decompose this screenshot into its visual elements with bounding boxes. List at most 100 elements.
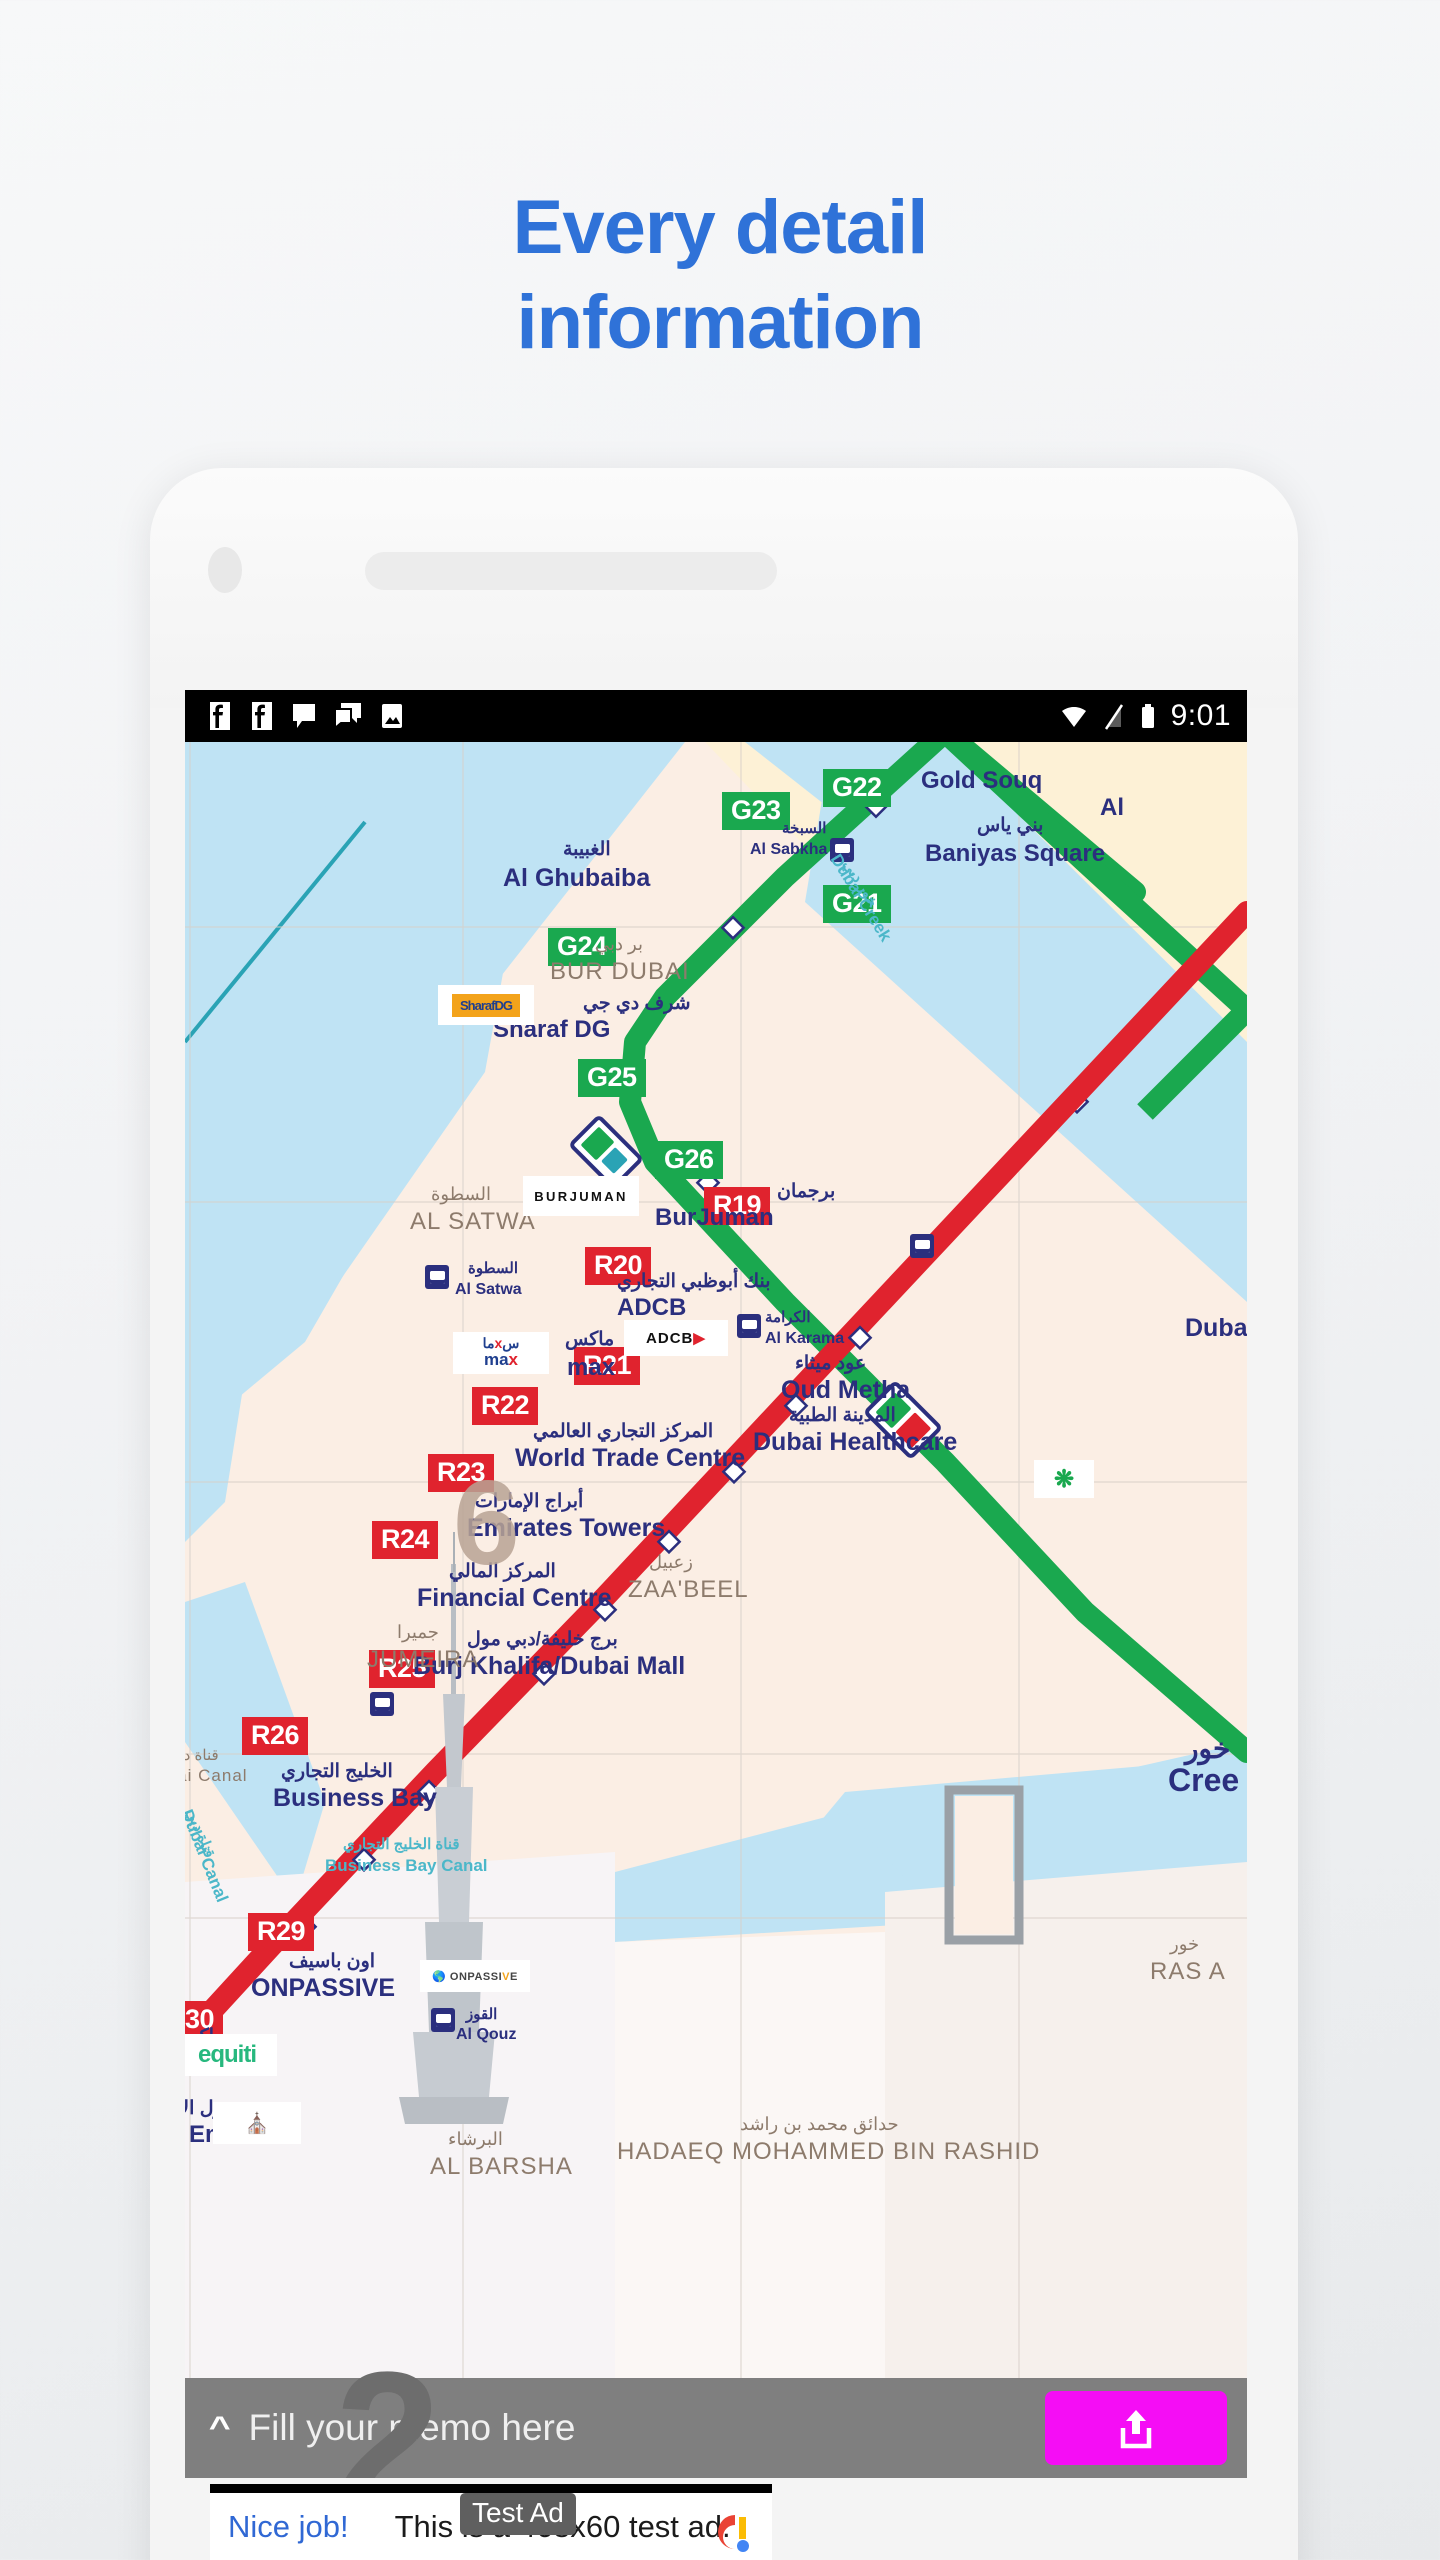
station-label-sharafdg-ar: شرف دي جي <box>583 993 691 1014</box>
district-label-barsha-ar: البرشاء <box>448 2129 503 2149</box>
station-label-gold-souq: Gold Souq <box>921 767 1043 794</box>
ad-badge: Test Ad <box>460 2493 576 2535</box>
status-bar-system: 9:01 <box>1059 699 1231 733</box>
station-label-ghubaiba-en: Al Ghubaiba <box>503 864 651 892</box>
brand-chip-mall-of-emirates: ⛪ <box>213 2102 301 2144</box>
water-label-canal1-ar: قناة دبي <box>185 1747 219 1764</box>
district-label-satwa-ar: السطوة <box>431 1184 492 1204</box>
chat-bubbles-icon <box>334 703 361 730</box>
station-label-onpassive-en: ONPASSIVE <box>251 1974 396 2002</box>
memo-bar[interactable]: 2 ^ Fill your memo here <box>185 2344 1247 2534</box>
station-label-wtc-en: World Trade Centre <box>515 1444 746 1472</box>
place-label-max-ar: ماكس <box>565 1329 615 1350</box>
place-label-healthcare-ar: المدينة الطبية <box>789 1405 896 1426</box>
district-label-bur-dubai-ar: بر دبي <box>595 934 643 954</box>
brand-chip-equiti: equiti <box>185 2034 277 2076</box>
station-label-baniyas-ar: بني ياس <box>977 815 1044 836</box>
station-label-adcb-en: ADCB <box>617 1294 687 1321</box>
wifi-icon <box>1061 707 1086 727</box>
status-bar-clock: 9:01 <box>1170 699 1231 732</box>
district-label-hadaeq-ar: حدائق محمد بن راشد <box>740 2114 899 2134</box>
metro-lines <box>185 742 1247 2124</box>
metro-map[interactable]: G22 G23 G21 G24 G25 G26 R19 R20 R21 R22 … <box>185 742 1247 2378</box>
memo-input[interactable]: Fill your memo here <box>249 2407 1045 2449</box>
station-label-baniyas-en: Baniyas Square <box>925 840 1106 867</box>
place-label-max-en: max <box>567 1354 616 1381</box>
bus-icon <box>910 1234 934 1258</box>
bus-icon <box>737 1314 761 1338</box>
page-title: Every detail information <box>0 180 1440 370</box>
share-button[interactable] <box>1045 2391 1227 2465</box>
bus-label-satwa-ar: السطوة <box>468 1260 519 1277</box>
district-label-ras-en: RAS A <box>1150 1958 1226 1985</box>
phone-screen: 9:01 G22 G23 G21 G24 G25 G26 R19 R20 R21… <box>185 690 1247 2560</box>
bus-label-satwa-en: Al Satwa <box>455 1281 522 1298</box>
status-bar: 9:01 <box>185 690 1247 742</box>
partial-label-al: Al <box>1100 794 1124 821</box>
district-label-jumeira-ar: جميرا <box>397 1622 439 1642</box>
chevron-up-icon[interactable]: ^ <box>209 2411 231 2445</box>
photo-icon <box>382 704 402 728</box>
bus-icon <box>425 1265 449 1289</box>
partial-label-dubai: Duba <box>1185 1314 1247 1342</box>
station-badge-R29[interactable]: R29 <box>248 1913 315 1951</box>
ad-container: Nice job! This is a 468x60 test ad. Test… <box>185 2478 1247 2560</box>
headline-line-1: Every detail <box>512 185 929 270</box>
bus-label-sabkha-en: Al Sabkha <box>750 841 828 858</box>
share-icon <box>1120 2410 1152 2449</box>
district-label-barsha-en: AL BARSHA <box>430 2153 573 2180</box>
station-badge-R26[interactable]: R26 <box>242 1717 309 1755</box>
brand-chip-sharaf-dg: SharafDG <box>438 985 534 1025</box>
station-label-ghubaiba-ar: الغبيبة <box>563 839 611 860</box>
status-bar-notifications <box>207 702 405 730</box>
brand-chip-burjuman: BURJUMAN <box>523 1176 639 1216</box>
station-badge-G26[interactable]: G26 <box>655 1141 723 1179</box>
front-camera-icon <box>208 547 242 593</box>
district-label-hadaeq-en: HADAEQ MOHAMMED BIN RASHID <box>617 2138 1041 2165</box>
dubai-frame-illustration <box>944 1785 1024 1945</box>
creek-label-ar: خور <box>1185 1733 1231 1764</box>
district-label-zaabeel-ar: زعبيل <box>649 1552 693 1572</box>
station-label-burjuman-en: BurJuman <box>655 1204 774 1231</box>
message-icon <box>293 704 315 728</box>
district-label-bur-dubai-en: BUR DUBAI <box>550 958 690 985</box>
district-label-satwa-en: AL SATWA <box>410 1208 536 1235</box>
station-badge-R22[interactable]: R22 <box>472 1387 539 1425</box>
headline-line-2: information <box>516 280 925 365</box>
brand-chip-max: ماxس max <box>453 1332 549 1374</box>
place-label-oudmetha-en: Oud Metha <box>781 1376 911 1404</box>
test-ad-banner[interactable]: Nice job! This is a 468x60 test ad. Test… <box>210 2484 772 2560</box>
district-label-jumeira-en: JUMEIRA <box>367 1646 480 1673</box>
map-sector-number: 6 <box>453 1456 520 1590</box>
station-badge-G25[interactable]: G25 <box>578 1059 646 1097</box>
bus-label-sabkha-ar: السبخة <box>782 820 827 837</box>
station-label-businessbay-ar: الخليج التجاري <box>281 1761 393 1782</box>
water-label-canal1-en: Dubai Canal <box>185 1766 248 1785</box>
battery-icon <box>1141 704 1154 728</box>
station-label-businessbay-en: Business Bay <box>273 1784 437 1812</box>
station-badge-G23[interactable]: G23 <box>722 792 790 830</box>
district-label-zaabeel-en: ZAA'BEEL <box>628 1576 749 1603</box>
brand-chip-onpassive: 🌎 ONPASSIVE <box>420 1960 530 1992</box>
bus-label-karama-en: Al Karama <box>765 1330 845 1347</box>
bus-label-alqouz-ar: القوز <box>466 2006 498 2023</box>
place-label-oudmetha-ar: عود ميثاء <box>795 1353 867 1374</box>
bus-label-karama-ar: الكرامة <box>765 1309 811 1326</box>
facebook-icon <box>210 702 230 730</box>
station-label-adcb-ar: بنك أبوظبي التجاري <box>617 1271 771 1292</box>
station-label-onpassive-ar: اون باسيف <box>289 1951 376 1972</box>
brand-chip-adcb: ADCB▶ <box>624 1320 728 1356</box>
bus-icon <box>370 1692 394 1716</box>
place-label-healthcare-en: Dubai Healthcare <box>753 1428 958 1456</box>
bus-icon <box>431 2008 455 2032</box>
station-label-wtc-ar: المركز التجاري العالمي <box>533 1421 714 1442</box>
station-badge-G22[interactable]: G22 <box>823 769 891 807</box>
district-label-ras-ar: خور <box>1170 1934 1200 1954</box>
water-label-bbcanal-en: Business Bay Canal <box>325 1856 488 1875</box>
station-badge-R24[interactable]: R24 <box>372 1521 439 1559</box>
google-ads-icon <box>718 2515 749 2552</box>
bus-label-alqouz-en: Al Qouz <box>456 2026 517 2043</box>
water-label-bbcanal-ar: قناة الخليج التجاري <box>343 1836 460 1853</box>
brand-chip-healthcare: ❋ <box>1034 1460 1094 1498</box>
station-label-burjkhalifa-ar: برج خليفة/دبي مول <box>467 1629 618 1650</box>
